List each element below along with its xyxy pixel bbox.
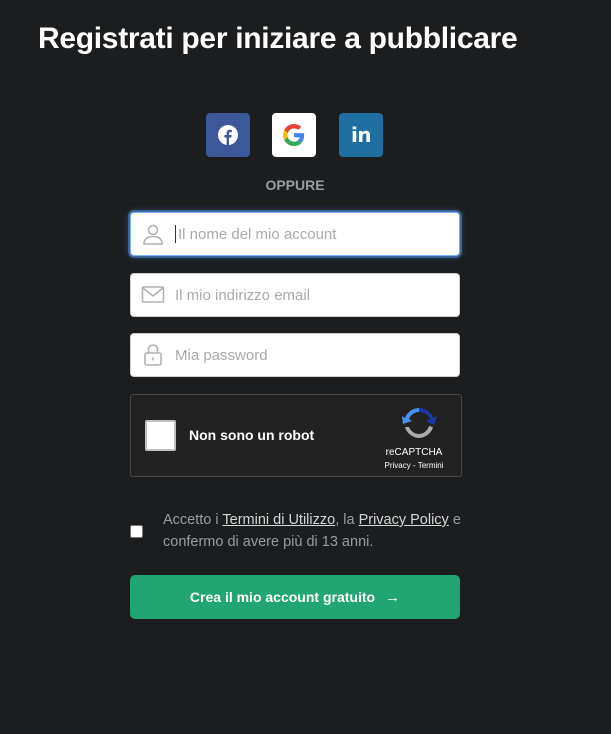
terms-of-use-link[interactable]: Termini di Utilizzo (222, 512, 335, 528)
recaptcha-brand: reCAPTCHA (385, 447, 443, 458)
password-input[interactable] (175, 335, 459, 375)
password-field[interactable] (130, 333, 460, 377)
lock-icon (131, 334, 175, 376)
recaptcha-privacy-link[interactable]: Privacy (385, 461, 411, 470)
email-field[interactable] (130, 273, 460, 317)
create-account-label: Crea il mio account gratuito (189, 589, 376, 605)
linkedin-icon: in (350, 123, 372, 147)
recaptcha-widget: Non sono un robot reCAPTCHA Privacy - Te… (130, 394, 462, 477)
google-login-button[interactable] (272, 113, 316, 157)
terms-prefix: Accetto i (163, 512, 223, 528)
recaptcha-links: Privacy - Termini (379, 461, 449, 470)
or-separator: OPPURE (265, 177, 325, 193)
facebook-icon (218, 125, 238, 145)
arrow-right-icon: → (385, 588, 401, 606)
recaptcha-terms-link[interactable]: Termini (418, 461, 444, 470)
create-account-button[interactable]: Crea il mio account gratuito → (130, 575, 460, 619)
recaptcha-logo-icon (402, 408, 437, 438)
terms-middle: , la (335, 512, 359, 528)
account-name-field[interactable] (130, 212, 460, 256)
email-input[interactable] (175, 275, 459, 315)
facebook-login-button[interactable] (206, 113, 250, 157)
page-title: Registrati per iniziare a pubblicare (38, 22, 518, 55)
google-icon (283, 124, 305, 146)
envelope-icon (131, 274, 175, 316)
privacy-policy-link[interactable]: Privacy Policy (359, 512, 449, 528)
text-caret (175, 225, 176, 243)
recaptcha-link-separator: - (410, 461, 418, 470)
linkedin-login-button[interactable]: in (339, 113, 383, 157)
account-name-input[interactable] (178, 214, 459, 254)
terms-checkbox[interactable] (130, 525, 143, 538)
user-icon (131, 213, 175, 255)
terms-text: Accetto i Termini di Utilizzo, la Privac… (163, 509, 473, 553)
recaptcha-label: Non sono un robot (189, 427, 315, 443)
recaptcha-checkbox[interactable] (145, 420, 176, 451)
